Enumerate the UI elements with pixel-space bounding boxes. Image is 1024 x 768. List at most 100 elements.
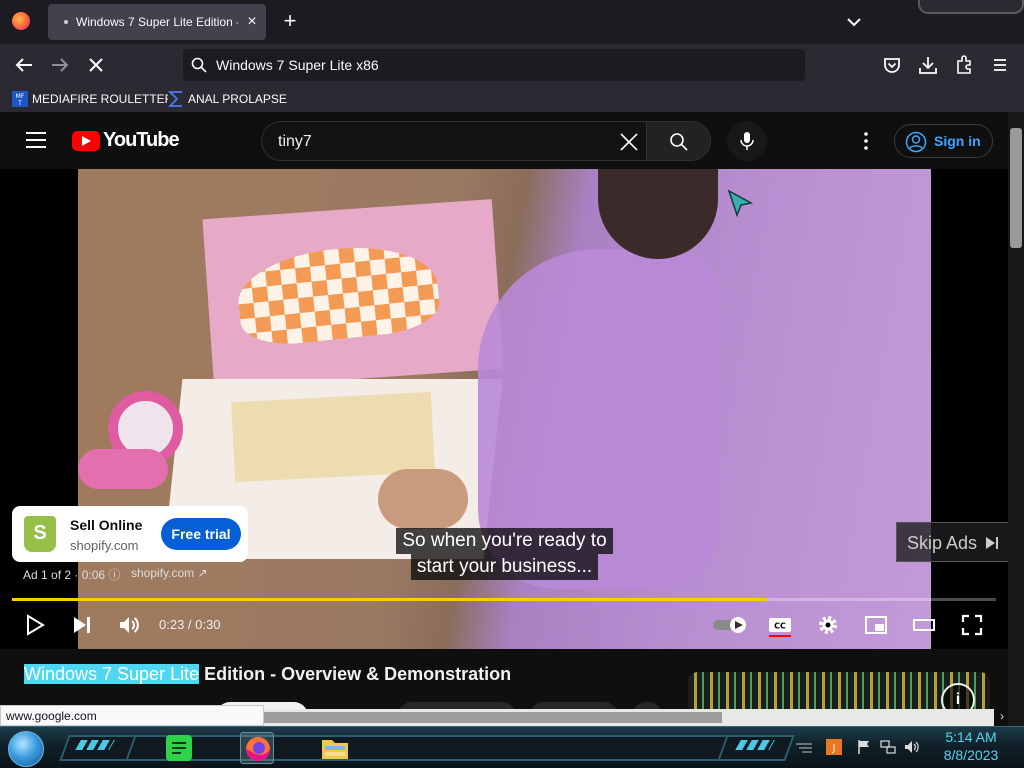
- autoplay-toggle-icon[interactable]: [712, 613, 748, 637]
- browser-nav-bar: Windows 7 Super Lite x86: [0, 44, 1024, 86]
- video-scene-stickers: [78, 449, 168, 489]
- horizontal-scrollbar-thumb[interactable]: [264, 712, 722, 723]
- microphone-icon: [740, 132, 754, 150]
- mediafire-icon: MF T: [12, 91, 28, 107]
- video-player[interactable]: So when you're ready to start your busin…: [0, 169, 1008, 649]
- screen: Windows 7 Super Lite Edition - Overview …: [0, 0, 1024, 768]
- video-title: Windows 7 Super Lite Edition - Overview …: [24, 664, 511, 685]
- scrollbar-thumb[interactable]: [1010, 128, 1022, 248]
- skip-ads-label: Skip Ads: [907, 533, 978, 553]
- extensions-icon[interactable]: [952, 53, 976, 77]
- youtube-search-button[interactable]: [647, 121, 711, 161]
- subtitles-cc-icon[interactable]: CC: [768, 613, 792, 637]
- theater-mode-icon[interactable]: [912, 613, 936, 637]
- youtube-logo-icon[interactable]: [72, 131, 100, 151]
- sign-in-label: Sign in: [934, 133, 981, 149]
- folder-icon: [322, 740, 348, 759]
- miniplayer-icon[interactable]: [864, 613, 888, 637]
- firefox-view-icon[interactable]: [12, 12, 30, 30]
- svg-text:MF: MF: [16, 93, 25, 100]
- more-options-icon[interactable]: [856, 130, 876, 152]
- caption-line-2: start your business...: [410, 554, 599, 580]
- app-menu-icon[interactable]: [988, 53, 1012, 77]
- taskbar-firefox-app[interactable]: [240, 732, 274, 764]
- volume-icon[interactable]: [117, 613, 141, 637]
- guide-menu-icon[interactable]: [26, 132, 46, 148]
- start-button[interactable]: [8, 731, 44, 767]
- svg-text:CC: CC: [774, 622, 786, 631]
- search-icon: [191, 57, 207, 73]
- list-all-tabs-icon[interactable]: [842, 10, 866, 34]
- skip-next-icon: [986, 537, 998, 549]
- taskbar-decoration: [75, 740, 115, 750]
- video-title-rest: Edition - Overview & Demonstration: [199, 664, 512, 684]
- player-controls: 0:23 / 0:30 CC: [0, 601, 1008, 649]
- time-separator: /: [184, 617, 196, 632]
- taskbar-notes-app[interactable]: [162, 732, 196, 764]
- scroll-right-arrow-icon[interactable]: ›: [996, 709, 1008, 726]
- browser-tab[interactable]: Windows 7 Super Lite Edition - Overview …: [48, 4, 266, 40]
- duration: 0:30: [195, 617, 221, 632]
- action-center-flag-icon[interactable]: [856, 739, 872, 755]
- youtube-header: YouTube tiny7 Sign in: [0, 112, 1008, 169]
- back-icon[interactable]: [12, 53, 36, 77]
- voice-search-button[interactable]: [727, 121, 767, 161]
- video-caption: So when you're ready to start your busin…: [387, 528, 622, 580]
- youtube-search-input[interactable]: tiny7: [261, 121, 647, 161]
- firefox-icon: [246, 737, 270, 761]
- video-scene-hand: [378, 469, 468, 529]
- bookmark-label: MEDIAFIRE ROULETTER: [32, 92, 174, 106]
- status-url: www.google.com: [6, 709, 97, 723]
- clock-time[interactable]: 5:14 AM: [940, 729, 1002, 745]
- ad-advertiser-link[interactable]: shopify.com ↗: [131, 566, 208, 580]
- notes-app-icon: [166, 735, 192, 761]
- next-video-icon[interactable]: [70, 613, 94, 637]
- bookmark-second[interactable]: ANAL PROLAPSE: [168, 90, 287, 108]
- tab-close-icon[interactable]: ×: [244, 12, 260, 32]
- page-scrollbar[interactable]: [1008, 112, 1024, 726]
- stop-loading-icon[interactable]: [84, 53, 108, 77]
- ad-overlay-card[interactable]: S Sell Online shopify.com Free trial: [12, 506, 248, 562]
- video-scene-hair: [598, 169, 718, 259]
- pocket-icon[interactable]: [880, 53, 904, 77]
- ad-domain: shopify.com: [70, 538, 139, 553]
- bookmarks-toolbar: MF T MEDIAFIRE ROULETTER ANAL PROLAPSE: [0, 86, 1024, 112]
- current-time: 0:23: [159, 617, 185, 632]
- sign-in-button[interactable]: Sign in: [894, 124, 993, 158]
- skip-ads-button[interactable]: Skip Ads: [896, 522, 1008, 562]
- window-frame-decoration: [918, 0, 1024, 14]
- svg-text:T: T: [17, 100, 22, 107]
- search-query: tiny7: [278, 133, 312, 150]
- network-icon[interactable]: [880, 739, 896, 755]
- taskbar-explorer-app[interactable]: [318, 732, 352, 764]
- play-icon[interactable]: [23, 613, 47, 637]
- taskbar-decoration: [735, 740, 775, 750]
- settings-gear-icon[interactable]: [816, 613, 840, 637]
- volume-tray-icon[interactable]: [904, 739, 920, 755]
- bookmark-label: ANAL PROLAPSE: [188, 92, 287, 106]
- mouse-cursor-icon: [727, 189, 753, 217]
- url-text: Windows 7 Super Lite x86: [216, 57, 379, 73]
- search-icon: [670, 133, 688, 151]
- browser-status-panel: www.google.com: [0, 705, 264, 726]
- clock-date[interactable]: 8/8/2023: [938, 747, 1004, 763]
- tab-title: Windows 7 Super Lite Edition - Overview …: [76, 15, 238, 29]
- new-tab-button[interactable]: +: [278, 10, 302, 34]
- url-bar[interactable]: Windows 7 Super Lite x86: [183, 49, 805, 81]
- video-title-selected-text: Windows 7 Super Lite: [24, 664, 200, 684]
- horizontal-scrollbar[interactable]: [264, 709, 994, 726]
- youtube-logo-text[interactable]: YouTube: [103, 129, 180, 152]
- ad-cta-button[interactable]: Free trial: [161, 518, 241, 550]
- tab-loading-icon: [64, 20, 68, 24]
- ad-info[interactable]: Ad 1 of 2 · 0:06 ⓘ: [23, 566, 120, 583]
- svg-text:J: J: [832, 743, 836, 754]
- java-update-icon[interactable]: J: [826, 739, 842, 755]
- taskbar: J: [0, 726, 1024, 768]
- fullscreen-icon[interactable]: [960, 613, 984, 637]
- show-desktop-lines-icon[interactable]: [796, 739, 812, 755]
- downloads-icon[interactable]: [916, 53, 940, 77]
- caption-line-1: So when you're ready to: [396, 528, 613, 554]
- forward-icon[interactable]: [48, 53, 72, 77]
- clear-search-icon[interactable]: [620, 133, 638, 151]
- bookmark-mediafire[interactable]: MF T MEDIAFIRE ROULETTER: [12, 90, 173, 108]
